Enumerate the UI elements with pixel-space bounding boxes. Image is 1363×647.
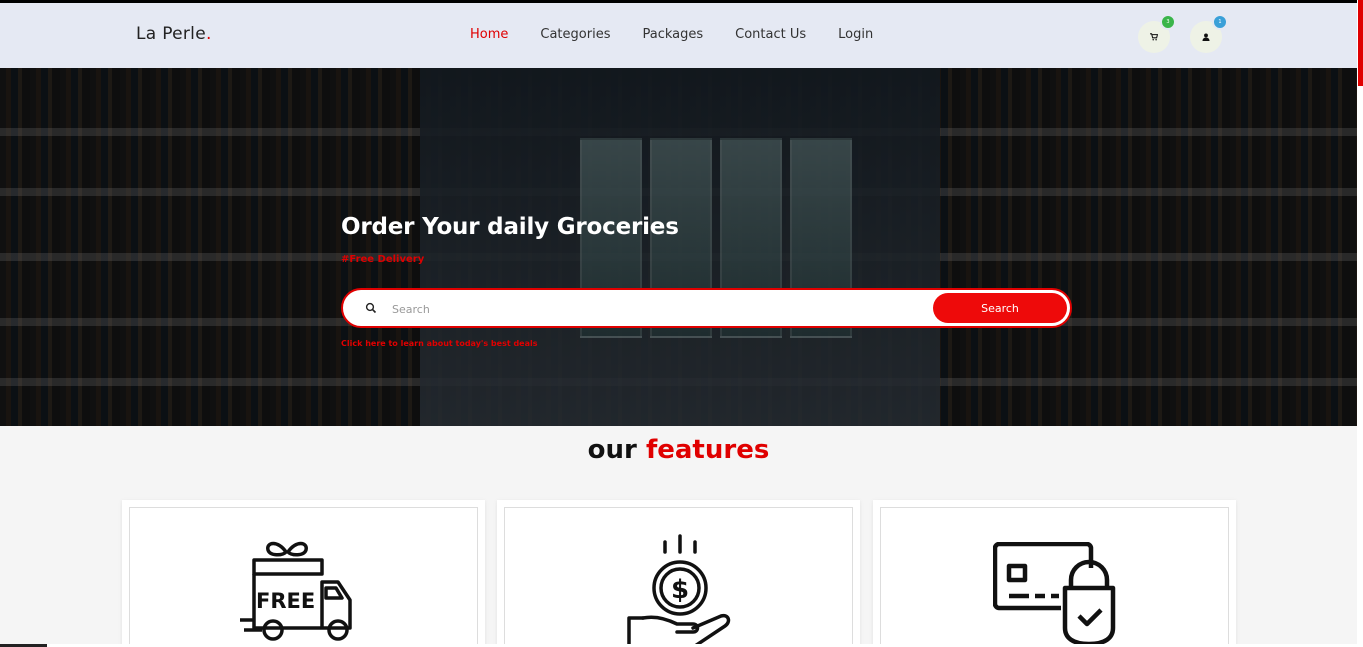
- truck-free-text: FREE: [256, 589, 315, 613]
- page-viewport: La Perle. Home Categories Packages Conta…: [0, 3, 1357, 644]
- money-hand-icon: $: [627, 534, 731, 644]
- search-button[interactable]: Search: [933, 293, 1067, 323]
- site-header: La Perle. Home Categories Packages Conta…: [0, 3, 1357, 68]
- nav-home[interactable]: Home: [470, 27, 508, 42]
- scrollbar-thumb[interactable]: [1358, 0, 1363, 86]
- free-delivery-truck-icon: FREE: [240, 541, 352, 641]
- nav-packages[interactable]: Packages: [642, 27, 703, 42]
- feature-card-savings: $: [497, 500, 860, 644]
- search-icon: [365, 302, 377, 314]
- features-heading: our features: [0, 435, 1357, 465]
- scrollbar-track[interactable]: [1357, 0, 1363, 647]
- deals-link[interactable]: Click here to learn about today's best d…: [341, 339, 538, 348]
- nav-login[interactable]: Login: [838, 27, 873, 42]
- cart-icon: [1150, 33, 1158, 41]
- nav-categories[interactable]: Categories: [540, 27, 610, 42]
- features-heading-plain: our: [587, 435, 637, 465]
- cart-count-badge: 3: [1160, 14, 1176, 30]
- user-count-badge: 1: [1212, 14, 1228, 30]
- logo-text: La Perle: [136, 24, 206, 44]
- logo-dot: .: [205, 24, 212, 44]
- hero-banner: Order Your daily Groceries #Free Deliver…: [0, 68, 1357, 426]
- hero-title: Order Your daily Groceries: [341, 214, 679, 240]
- secure-card-icon: [993, 542, 1116, 644]
- site-logo[interactable]: La Perle.: [136, 24, 212, 44]
- feature-card-free-delivery: FREE: [122, 500, 485, 644]
- cart-button[interactable]: 3: [1138, 14, 1176, 53]
- search-bar: Search: [341, 288, 1072, 328]
- feature-card-secure-payment: [873, 500, 1236, 644]
- user-button[interactable]: 1: [1190, 14, 1228, 53]
- user-icon: [1202, 33, 1210, 41]
- hero-overlay: [0, 68, 1357, 426]
- main-nav: Home Categories Packages Contact Us Logi…: [470, 27, 905, 42]
- nav-contact-us[interactable]: Contact Us: [735, 27, 806, 42]
- features-heading-accent: features: [645, 435, 770, 465]
- coin-dollar-symbol: $: [671, 575, 689, 605]
- hero-subtitle: #Free Delivery: [341, 254, 425, 265]
- search-input[interactable]: [392, 299, 912, 319]
